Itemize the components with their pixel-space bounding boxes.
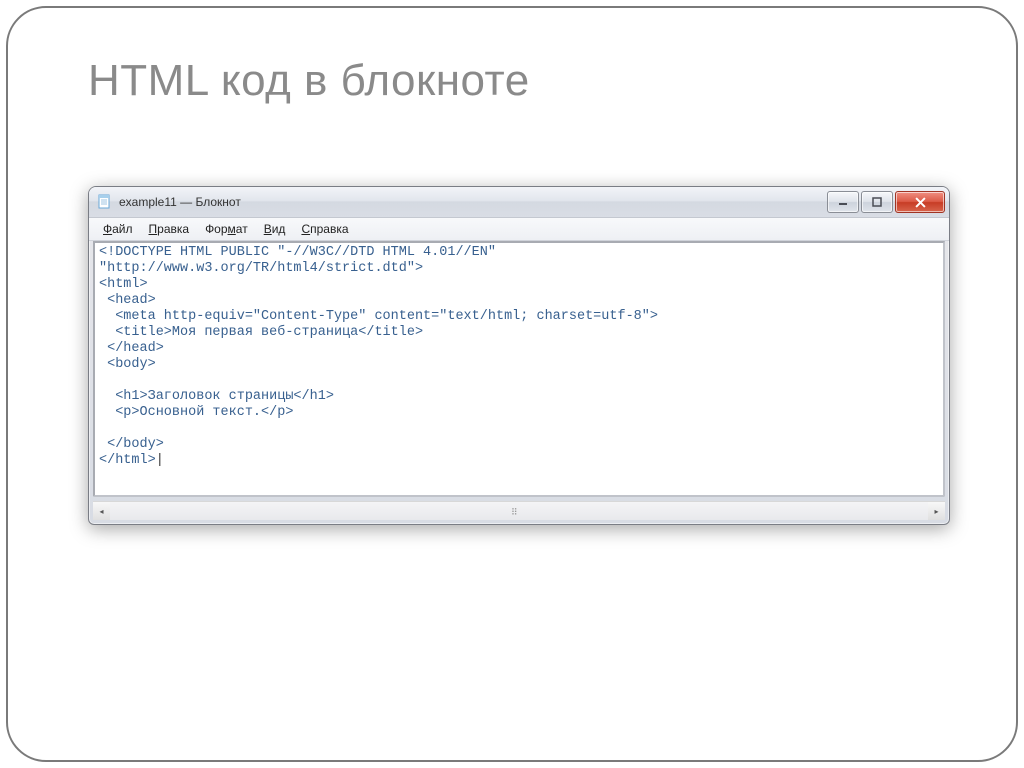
window-title: example11 — Блокнот (119, 195, 825, 209)
scroll-h-grip-icon: ⠿ (511, 507, 527, 515)
slide-frame: HTML код в блокноте example11 — Блокнот (6, 6, 1018, 762)
text-area[interactable]: <!DOCTYPE HTML PUBLIC "-//W3C//DTD HTML … (93, 241, 945, 497)
text-cursor: | (156, 453, 164, 468)
window-controls (825, 191, 945, 213)
minimize-button[interactable] (827, 191, 859, 213)
scroll-left-arrow[interactable]: ◂ (93, 502, 110, 520)
menubar: Файл Правка Формат Вид Справка (89, 218, 949, 241)
slide-title: HTML код в блокноте (88, 56, 530, 106)
menu-view[interactable]: Вид (256, 220, 294, 238)
menu-edit[interactable]: Правка (141, 220, 198, 238)
maximize-button[interactable] (861, 191, 893, 213)
titlebar[interactable]: example11 — Блокнот (89, 187, 949, 218)
horizontal-scrollbar[interactable]: ◂ ⠿ ▸ (93, 501, 945, 520)
text-content[interactable]: <!DOCTYPE HTML PUBLIC "-//W3C//DTD HTML … (95, 243, 943, 495)
close-button[interactable] (895, 191, 945, 213)
scroll-h-track[interactable]: ⠿ (110, 502, 928, 520)
scroll-right-arrow[interactable]: ▸ (928, 502, 945, 520)
menu-file[interactable]: Файл (95, 220, 141, 238)
menu-format[interactable]: Формат (197, 220, 256, 238)
notepad-window: example11 — Блокнот Файл Правка Формат В… (88, 186, 950, 525)
notepad-icon (97, 194, 113, 210)
menu-help[interactable]: Справка (293, 220, 356, 238)
